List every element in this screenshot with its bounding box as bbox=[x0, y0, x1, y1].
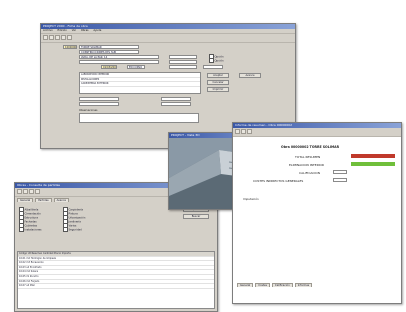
search-button[interactable]: Buscar bbox=[183, 214, 209, 219]
notes-label: Observaciones bbox=[79, 109, 98, 112]
tab-avance[interactable]: Avance bbox=[53, 198, 70, 202]
new-icon[interactable] bbox=[43, 35, 48, 40]
date-field[interactable]: 01/03/2001 bbox=[101, 65, 117, 69]
table-row[interactable]: 10.07 ud Pilar bbox=[18, 284, 214, 289]
print-icon[interactable] bbox=[247, 129, 252, 134]
row-calif-label: CALIFICACION bbox=[299, 171, 320, 175]
extra-field-1[interactable] bbox=[79, 60, 159, 64]
page: { "back": { "title": "PROJECT 2000 - Fic… bbox=[0, 0, 406, 312]
tab-general[interactable]: General bbox=[237, 283, 254, 287]
checkbox-box[interactable] bbox=[63, 227, 68, 232]
row-elim-label: ELIMINACION INTERIOR bbox=[289, 163, 324, 167]
summary-window: Informe de resumen - Obra 00000002 Obra … bbox=[232, 122, 402, 304]
open-icon[interactable] bbox=[49, 35, 54, 40]
row-total-label: TOTAL RESUMEN bbox=[295, 155, 321, 159]
export-icon[interactable] bbox=[241, 129, 246, 134]
menu-archivo[interactable]: Archivo bbox=[43, 29, 53, 32]
first-icon[interactable] bbox=[17, 189, 22, 194]
tab-general[interactable]: General bbox=[17, 198, 34, 202]
find-icon[interactable] bbox=[67, 35, 72, 40]
option-check-2[interactable]: Opción bbox=[209, 58, 224, 63]
last-icon[interactable] bbox=[35, 189, 40, 194]
notes-field[interactable] bbox=[79, 113, 199, 123]
elim-bar bbox=[351, 162, 395, 166]
calif-field[interactable] bbox=[333, 170, 347, 174]
project-number-field[interactable]: 1000000 bbox=[63, 45, 77, 49]
address-field[interactable]: AVDA. DE LA PAZ, 14 bbox=[79, 55, 159, 59]
lower-field-4[interactable] bbox=[161, 102, 191, 106]
checkbox-box[interactable] bbox=[19, 227, 24, 232]
right-field-2[interactable] bbox=[169, 60, 197, 64]
summary-toolbar bbox=[233, 128, 401, 137]
right-field-4[interactable] bbox=[203, 65, 223, 69]
right-field-3[interactable] bbox=[169, 65, 197, 69]
print-button[interactable]: Imprimir bbox=[207, 87, 229, 92]
summary-body: Obra 00000002 TORRE SOLIMAR TOTAL RESUME… bbox=[233, 137, 401, 295]
refresh-icon[interactable] bbox=[235, 129, 240, 134]
lower-field-3[interactable] bbox=[161, 97, 191, 101]
tab-calificacion[interactable]: Calificación bbox=[271, 283, 293, 287]
project-toolbar bbox=[41, 34, 295, 43]
total-bar bbox=[351, 154, 395, 158]
lower-field-1[interactable] bbox=[79, 97, 119, 101]
check-item[interactable]: Seguridad bbox=[63, 227, 82, 232]
next-icon[interactable] bbox=[29, 189, 34, 194]
right-field-1[interactable] bbox=[169, 55, 197, 59]
client-field[interactable]: CONSTRUCCIONES DEL SUR bbox=[79, 50, 139, 54]
project-name-field[interactable]: TORRE SOLIMAR bbox=[79, 45, 139, 49]
print-icon[interactable] bbox=[61, 35, 66, 40]
lower-field-2[interactable] bbox=[79, 102, 119, 106]
tab-costes[interactable]: Costes bbox=[255, 283, 270, 287]
imputacion-label: Imputación bbox=[243, 197, 259, 201]
tab-informes[interactable]: Informes bbox=[294, 283, 313, 287]
prev-icon[interactable] bbox=[23, 189, 28, 194]
accept-button[interactable]: Aceptar bbox=[207, 73, 229, 78]
menu-ver[interactable]: Ver bbox=[72, 29, 76, 32]
save-icon[interactable] bbox=[55, 35, 60, 40]
menu-ayuda[interactable]: Ayuda bbox=[93, 29, 101, 32]
partidas-grid: Código Ud Resumen Cantidad Precio Import… bbox=[17, 251, 215, 309]
costs-field[interactable] bbox=[333, 178, 347, 182]
list-item[interactable]: CARPINTERIA EXTERIOR bbox=[80, 82, 200, 87]
row-costs-label: COSTES INDIRECTOS GENERALES bbox=[253, 179, 304, 183]
summary-header: Obra 00000002 TORRE SOLIMAR bbox=[281, 145, 340, 149]
menu-obras[interactable]: Obras bbox=[81, 29, 89, 32]
chapters-list: LABORATORIO INTERIOR INSTALACIONES CARPI… bbox=[79, 72, 201, 94]
partidas-body: Albañilería Cimentación Estructura Facha… bbox=[15, 203, 217, 311]
status-field[interactable]: EN CURSO bbox=[127, 65, 145, 69]
summary-tabs: General Costes Calificación Informes bbox=[237, 283, 313, 287]
check-item[interactable]: Instalaciones bbox=[19, 227, 42, 232]
cancel-button[interactable]: Cancelar bbox=[207, 80, 229, 85]
progress-button[interactable]: Avance bbox=[239, 73, 261, 78]
tab-partidas[interactable]: Partidas bbox=[35, 198, 52, 202]
menu-edicion[interactable]: Edición bbox=[58, 29, 67, 32]
